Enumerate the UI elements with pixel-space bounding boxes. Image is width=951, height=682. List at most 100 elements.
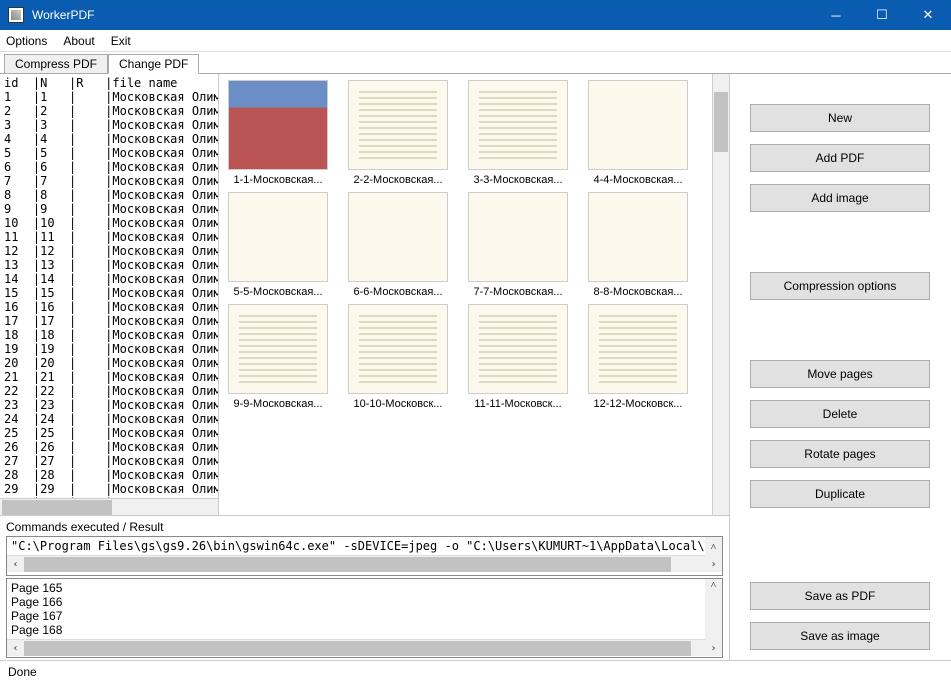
rotate-pages-button[interactable]: Rotate pages <box>750 440 930 468</box>
table-row[interactable]: 5 |5 | |Московская Олимпиа <box>4 146 214 160</box>
thumbnail-image <box>468 80 568 170</box>
thumbnail-label: 5-5-Московская... <box>223 286 333 298</box>
thumbnail-label: 11-11-Московск... <box>463 398 573 410</box>
table-row[interactable]: 28 |28 | |Московская Олимпиа <box>4 468 214 482</box>
table-row[interactable]: 7 |7 | |Московская Олимпиа <box>4 174 214 188</box>
thumbnail-image <box>348 80 448 170</box>
table-row[interactable]: 24 |24 | |Московская Олимпиа <box>4 412 214 426</box>
duplicate-button[interactable]: Duplicate <box>750 480 930 508</box>
table-row[interactable]: 27 |27 | |Московская Олимпиа <box>4 454 214 468</box>
thumbnail-item[interactable]: 8-8-Московская... <box>583 192 693 298</box>
thumbnail-item[interactable]: 1-1-Московская... <box>223 80 333 186</box>
table-row[interactable]: 2 |2 | |Московская Олимпиа <box>4 104 214 118</box>
thumbnail-item[interactable]: 4-4-Московская... <box>583 80 693 186</box>
thumbnail-image <box>228 304 328 394</box>
thumbnail-image <box>348 192 448 282</box>
thumbnail-label: 10-10-Московск... <box>343 398 453 410</box>
thumbnail-item[interactable]: 7-7-Московская... <box>463 192 573 298</box>
menu-about[interactable]: About <box>63 34 94 48</box>
thumbnail-item[interactable]: 6-6-Московская... <box>343 192 453 298</box>
result-text: Page 165 Page 166 Page 167 Page 168 <box>7 579 722 639</box>
thumbnail-label: 1-1-Московская... <box>223 174 333 186</box>
thumbnail-label: 12-12-Московск... <box>583 398 693 410</box>
table-row[interactable]: 23 |23 | |Московская Олимпиа <box>4 398 214 412</box>
thumbnail-item[interactable]: 10-10-Московск... <box>343 304 453 410</box>
thumbnail-label: 6-6-Московская... <box>343 286 453 298</box>
save-as-image-button[interactable]: Save as image <box>750 622 930 650</box>
table-row[interactable]: 14 |14 | |Московская Олимпиа <box>4 272 214 286</box>
thumbnail-item[interactable]: 2-2-Московская... <box>343 80 453 186</box>
tabstrip: Compress PDF Change PDF <box>0 52 951 74</box>
thumbnail-image <box>588 304 688 394</box>
table-row[interactable]: 20 |20 | |Московская Олимпиа <box>4 356 214 370</box>
app-icon <box>8 7 24 23</box>
thumbnail-item[interactable]: 5-5-Московская... <box>223 192 333 298</box>
table-row[interactable]: 10 |10 | |Московская Олимпиа <box>4 216 214 230</box>
compression-options-button[interactable]: Compression options <box>750 272 930 300</box>
thumbnail-grid[interactable]: 1-1-Московская... 2-2-Московская... 3-3-Мо… <box>219 74 712 515</box>
thumbnail-item[interactable]: 9-9-Московская... <box>223 304 333 410</box>
thumbnail-image <box>228 192 328 282</box>
move-pages-button[interactable]: Move pages <box>750 360 930 388</box>
table-row[interactable]: 19 |19 | |Московская Олимпиа <box>4 342 214 356</box>
table-row[interactable]: 16 |16 | |Московская Олимпиа <box>4 300 214 314</box>
thumbnail-item[interactable]: 3-3-Московская... <box>463 80 573 186</box>
command-text: "C:\Program Files\gs\gs9.26\bin\gswin64c… <box>7 537 722 555</box>
tab-change-pdf[interactable]: Change PDF <box>108 54 199 74</box>
table-row[interactable]: 29 |29 | |Московская Олимпиа <box>4 482 214 496</box>
thumbnail-label: 3-3-Московская... <box>463 174 573 186</box>
close-button[interactable]: ✕ <box>905 0 951 30</box>
command-hscroll[interactable]: ‹› <box>7 555 722 572</box>
thumbnail-image <box>468 192 568 282</box>
maximize-button[interactable]: ☐ <box>859 0 905 30</box>
table-row[interactable]: 6 |6 | |Московская Олимпиа <box>4 160 214 174</box>
tab-compress-pdf[interactable]: Compress PDF <box>4 54 108 74</box>
minimize-button[interactable]: ─ <box>813 0 859 30</box>
statusbar: Done <box>0 660 951 682</box>
table-row[interactable]: 9 |9 | |Московская Олимпиа <box>4 202 214 216</box>
table-row[interactable]: 3 |3 | |Московская Олимпиа <box>4 118 214 132</box>
thumbnail-label: 2-2-Московская... <box>343 174 453 186</box>
thumbnail-label: 9-9-Московская... <box>223 398 333 410</box>
table-row[interactable]: 21 |21 | |Московская Олимпиа <box>4 370 214 384</box>
table-row[interactable]: 11 |11 | |Московская Олимпиа <box>4 230 214 244</box>
save-as-pdf-button[interactable]: Save as PDF <box>750 582 930 610</box>
table-row[interactable]: 13 |13 | |Московская Олимпиа <box>4 258 214 272</box>
add-image-button[interactable]: Add image <box>750 184 930 212</box>
file-table-hscroll[interactable] <box>0 498 218 515</box>
new-button[interactable]: New <box>750 104 930 132</box>
table-row[interactable]: 17 |17 | |Московская Олимпиа <box>4 314 214 328</box>
table-row[interactable]: 22 |22 | |Московская Олимпиа <box>4 384 214 398</box>
table-row[interactable]: 15 |15 | |Московская Олимпиа <box>4 286 214 300</box>
table-row[interactable]: 8 |8 | |Московская Олимпиа <box>4 188 214 202</box>
table-row[interactable]: 1 |1 | |Московская Олимпиа <box>4 90 214 104</box>
menu-options[interactable]: Options <box>6 34 47 48</box>
thumbnail-image <box>228 80 328 170</box>
thumbnail-label: 8-8-Московская... <box>583 286 693 298</box>
thumbnail-image <box>588 192 688 282</box>
thumbnail-image <box>348 304 448 394</box>
right-panel: New Add PDF Add image Compression option… <box>730 74 950 660</box>
thumbnail-image <box>468 304 568 394</box>
delete-button[interactable]: Delete <box>750 400 930 428</box>
add-pdf-button[interactable]: Add PDF <box>750 144 930 172</box>
result-hscroll[interactable]: ‹› <box>7 639 722 656</box>
titlebar: WorkerPDF ─ ☐ ✕ <box>0 0 951 30</box>
table-row[interactable]: 25 |25 | |Московская Олимпиа <box>4 426 214 440</box>
menu-exit[interactable]: Exit <box>111 34 131 48</box>
status-text: Done <box>8 665 37 679</box>
thumbnail-item[interactable]: 11-11-Московск... <box>463 304 573 410</box>
thumbnail-vscroll[interactable] <box>712 74 729 515</box>
table-row[interactable]: 4 |4 | |Московская Олимпиа <box>4 132 214 146</box>
commands-label: Commands executed / Result <box>6 520 723 534</box>
table-row[interactable]: 18 |18 | |Московская Олимпиа <box>4 328 214 342</box>
thumbnail-label: 4-4-Московская... <box>583 174 693 186</box>
result-box[interactable]: ˄ Page 165 Page 166 Page 167 Page 168 ‹› <box>6 578 723 658</box>
file-table[interactable]: id |N |R |file name1 |1 | |Московская Ол… <box>0 74 219 515</box>
command-box[interactable]: ˄ "C:\Program Files\gs\gs9.26\bin\gswin6… <box>6 536 723 576</box>
table-row[interactable]: 12 |12 | |Московская Олимпиа <box>4 244 214 258</box>
thumbnail-label: 7-7-Московская... <box>463 286 573 298</box>
thumbnail-item[interactable]: 12-12-Московск... <box>583 304 693 410</box>
thumbnail-image <box>588 80 688 170</box>
table-row[interactable]: 26 |26 | |Московская Олимпиа <box>4 440 214 454</box>
